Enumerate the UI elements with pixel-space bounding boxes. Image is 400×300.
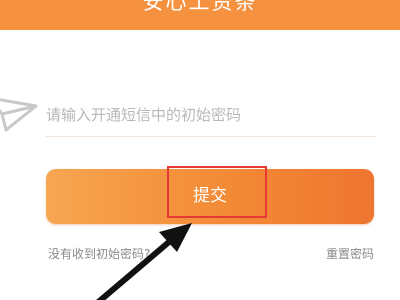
password-setup-page: 安心工资条 提交 没有收到初始密码? 重置密码	[0, 0, 400, 300]
send-icon	[0, 98, 38, 132]
reset-password-link[interactable]: 重置密码	[326, 246, 374, 262]
password-input[interactable]	[46, 94, 376, 137]
no-password-link[interactable]: 没有收到初始密码?	[48, 246, 150, 262]
submit-button-label: 提交	[193, 186, 227, 206]
submit-button[interactable]: 提交	[46, 169, 374, 224]
page-title: 安心工资条	[142, 0, 258, 14]
app-header: 安心工资条	[0, 0, 400, 30]
